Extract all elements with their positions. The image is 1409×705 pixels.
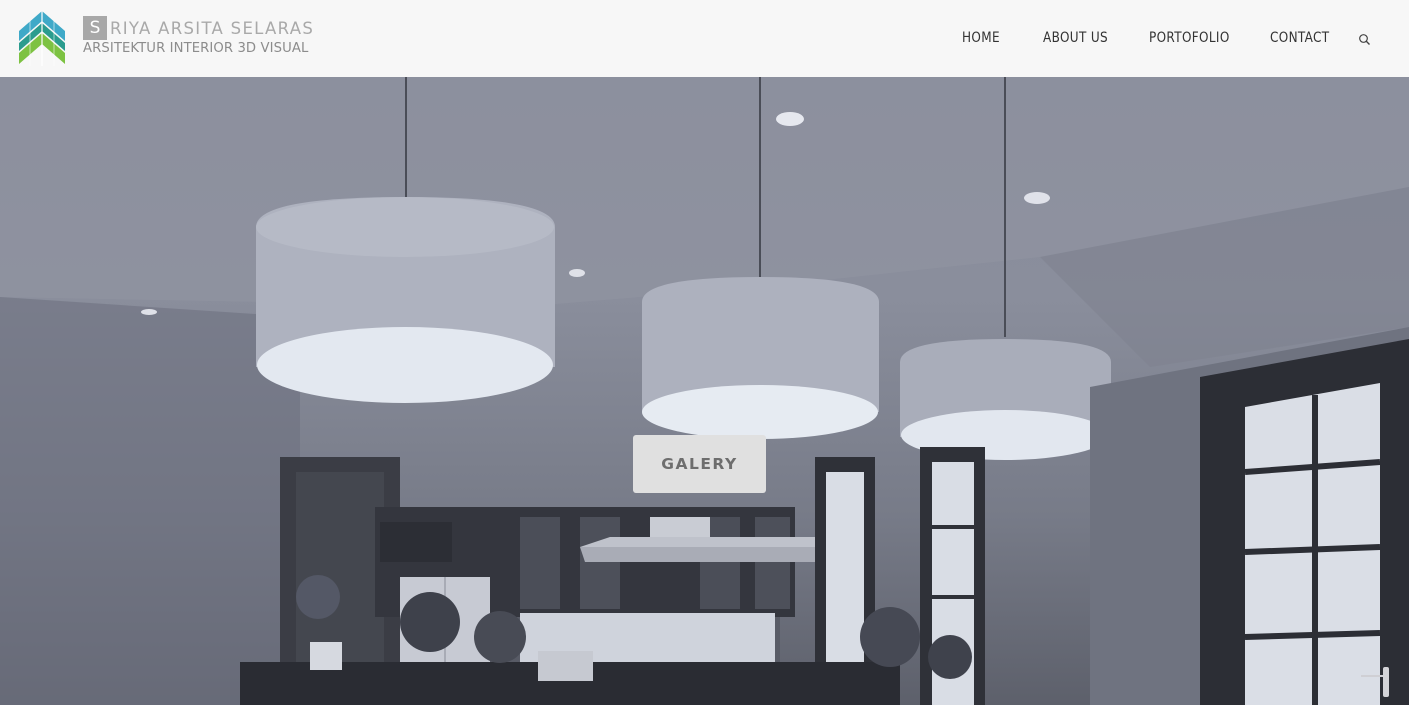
scroll-handle[interactable] xyxy=(1383,667,1389,697)
brand-name: RIYA ARSITA SELARAS xyxy=(110,18,315,38)
brand-block[interactable]: S RIYA ARSITA SELARAS ARSITEKTUR INTERIO… xyxy=(83,16,314,56)
brand-title: S RIYA ARSITA SELARAS xyxy=(83,16,314,40)
search-icon[interactable] xyxy=(1358,33,1372,47)
nav-item-home[interactable]: HOME xyxy=(962,27,1000,49)
hero-kitchen-image xyxy=(0,77,1409,705)
nav-item-portofolio[interactable]: PORTOFOLIO xyxy=(1149,27,1230,49)
logo-icon[interactable] xyxy=(19,11,65,66)
site-header: S RIYA ARSITA SELARAS ARSITEKTUR INTERIO… xyxy=(0,0,1409,77)
hero-banner: GALERY xyxy=(0,77,1409,705)
brand-initial: S xyxy=(83,16,107,40)
brand-tagline: ARSITEKTUR INTERIOR 3D VISUAL xyxy=(83,41,309,56)
scroll-indicator-line xyxy=(1361,675,1383,677)
nav-item-contact[interactable]: CONTACT xyxy=(1270,27,1330,49)
nav-item-about-us[interactable]: ABOUT US xyxy=(1043,27,1108,49)
galery-button[interactable]: GALERY xyxy=(633,435,766,493)
